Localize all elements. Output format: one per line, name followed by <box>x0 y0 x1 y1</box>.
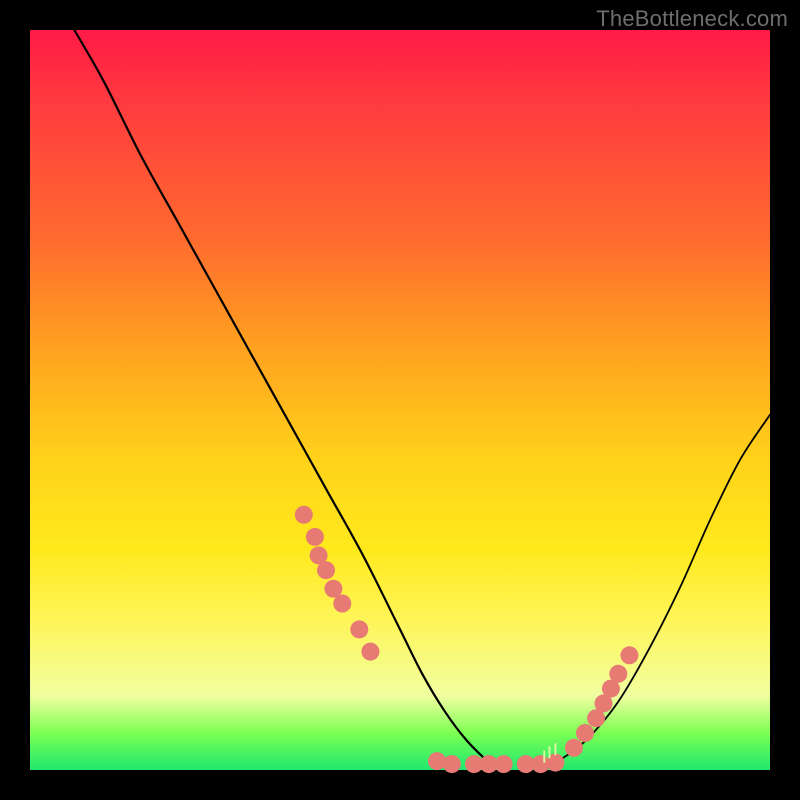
chart-svg <box>30 30 770 770</box>
data-dot <box>443 755 461 773</box>
data-dot <box>361 643 379 661</box>
data-dot <box>306 528 324 546</box>
data-dot <box>295 506 313 524</box>
data-dot <box>317 561 335 579</box>
left-curve <box>74 30 488 763</box>
data-dot <box>609 665 627 683</box>
data-dot <box>495 755 513 773</box>
data-dot <box>620 646 638 664</box>
data-dot <box>428 752 446 770</box>
dots-left-cluster <box>295 506 380 661</box>
chart-frame: TheBottleneck.com <box>0 0 800 800</box>
dots-right-cluster <box>565 646 639 757</box>
right-curve <box>555 415 770 763</box>
data-dot <box>333 595 351 613</box>
data-dot <box>576 724 594 742</box>
data-dot <box>350 620 368 638</box>
watermark-text: TheBottleneck.com <box>596 6 788 32</box>
data-dot <box>565 739 583 757</box>
